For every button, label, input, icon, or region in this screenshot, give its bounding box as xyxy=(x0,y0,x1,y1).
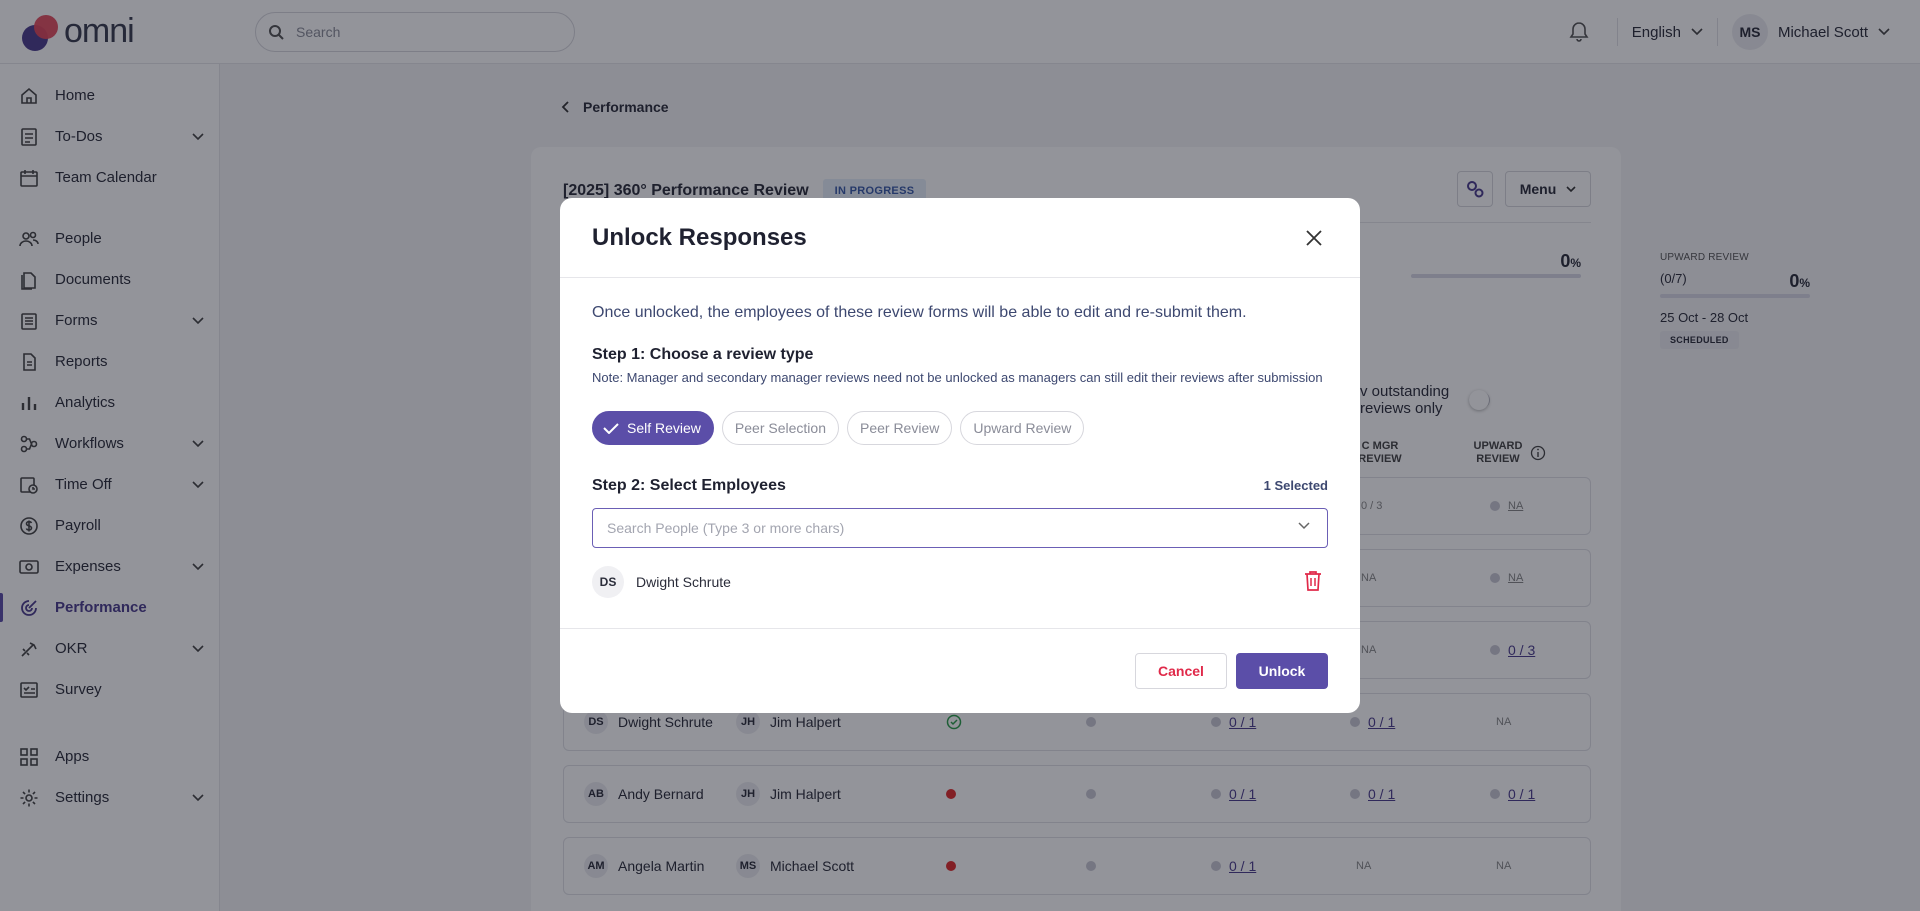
chip-label: Upward Review xyxy=(973,420,1072,436)
search-people-input[interactable] xyxy=(592,508,1328,548)
check-icon xyxy=(603,423,619,434)
chip-label: Peer Review xyxy=(859,420,940,436)
modal-title: Unlock Responses xyxy=(592,224,807,251)
modal-footer: Cancel Unlock xyxy=(560,628,1360,713)
step1-title: Step 1: Choose a review type xyxy=(592,346,814,363)
step2-title: Step 2: Select Employees xyxy=(592,477,786,494)
employee-name: Dwight Schrute xyxy=(636,574,731,590)
step1-note: Note: Manager and secondary manager revi… xyxy=(592,370,1323,385)
chip-peer-review[interactable]: Peer Review xyxy=(846,411,953,445)
close-icon xyxy=(1306,230,1322,246)
chip-self-review[interactable]: Self Review xyxy=(592,411,714,445)
chip-upward-review[interactable]: Upward Review xyxy=(960,411,1085,445)
avatar: DS xyxy=(592,566,624,598)
chip-label: Self Review xyxy=(627,420,701,436)
review-type-chips: Self Review Peer Selection Peer Review Upwa… xyxy=(592,411,1085,445)
trash-icon[interactable] xyxy=(1304,570,1322,592)
modal-description: Once unlocked, the employees of these re… xyxy=(592,304,1247,321)
chip-label: Peer Selection xyxy=(734,420,826,436)
modal-header: Unlock Responses xyxy=(560,198,1360,278)
selected-employee-row: DS Dwight Schrute xyxy=(592,566,1328,598)
chip-peer-selection[interactable]: Peer Selection xyxy=(721,411,839,445)
chevron-down-icon[interactable] xyxy=(1298,522,1310,530)
close-button[interactable] xyxy=(1300,224,1328,252)
selected-count: 1 Selected xyxy=(1263,478,1328,493)
unlock-button[interactable]: Unlock xyxy=(1236,653,1328,689)
unlock-responses-modal: Unlock Responses Once unlocked, the empl… xyxy=(560,198,1360,713)
cancel-button[interactable]: Cancel xyxy=(1135,653,1227,689)
